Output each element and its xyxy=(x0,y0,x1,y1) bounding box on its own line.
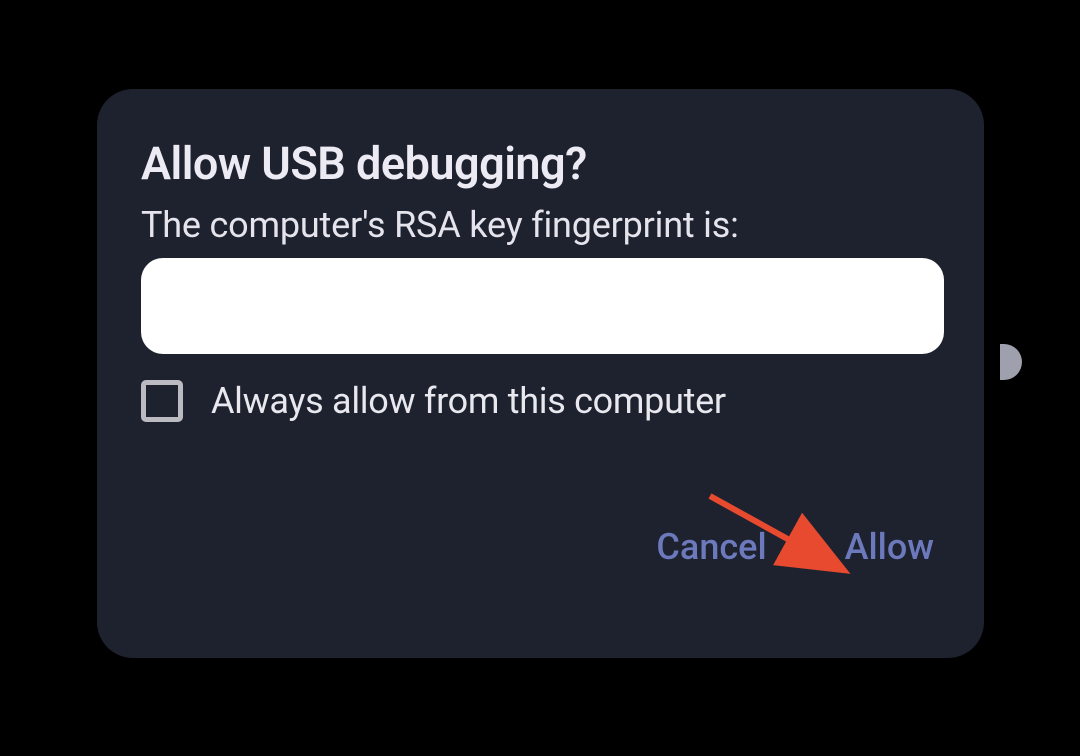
always-allow-label: Always allow from this computer xyxy=(211,380,726,422)
background-toggle-peek xyxy=(1000,344,1022,380)
dialog-subtitle: The computer's RSA key fingerprint is: xyxy=(141,204,940,246)
cancel-button[interactable]: Cancel xyxy=(654,522,768,572)
allow-button[interactable]: Allow xyxy=(843,522,936,572)
always-allow-row[interactable]: Always allow from this computer xyxy=(141,380,940,422)
rsa-fingerprint-field xyxy=(141,258,944,354)
dialog-title: Allow USB debugging? xyxy=(141,137,940,190)
dialog-button-row: Cancel Allow xyxy=(141,522,940,578)
usb-debugging-dialog: Allow USB debugging? The computer's RSA … xyxy=(97,89,984,658)
always-allow-checkbox[interactable] xyxy=(141,380,183,422)
